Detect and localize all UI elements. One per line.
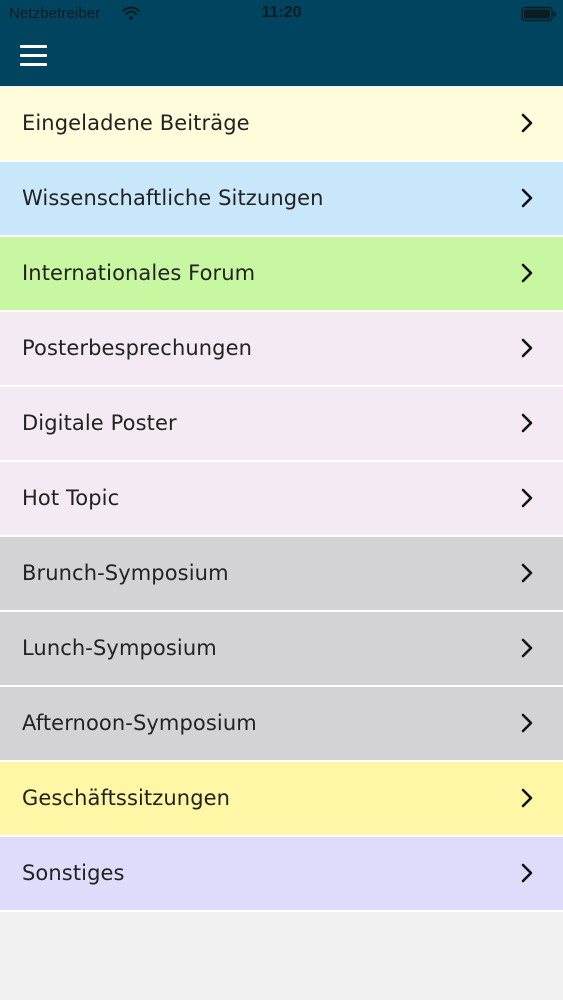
list-item[interactable]: Digitale Poster (0, 387, 563, 462)
chevron-right-icon (521, 638, 533, 658)
chevron-right-icon (521, 863, 533, 883)
hamburger-menu-icon[interactable] (18, 42, 50, 70)
chevron-right-icon (521, 788, 533, 808)
list-item-label: Sonstiges (22, 861, 125, 885)
list-item[interactable]: Brunch-Symposium (0, 537, 563, 612)
list-item[interactable]: Afternoon-Symposium (0, 687, 563, 762)
list-item-label: Posterbesprechungen (22, 336, 253, 360)
list-item-label: Geschäftssitzungen (22, 786, 231, 810)
list-item[interactable]: Eingeladene Beiträge (0, 87, 563, 162)
list-item-label: Wissenschaftliche Sitzungen (22, 186, 324, 210)
chevron-right-icon (521, 488, 533, 508)
battery-icon (521, 6, 556, 22)
status-bar: Netzbetreiber 11:20 (0, 0, 563, 28)
chevron-right-icon (521, 113, 533, 133)
category-list: Eingeladene Beiträge Wissenschaftliche Si… (0, 87, 563, 912)
list-item[interactable]: Sonstiges (0, 837, 563, 912)
chevron-right-icon (521, 263, 533, 283)
list-item-label: Lunch-Symposium (22, 636, 217, 660)
chevron-right-icon (521, 188, 533, 208)
list-item-label: Digitale Poster (22, 411, 177, 435)
list-item-label: Afternoon-Symposium (22, 711, 257, 735)
list-item-label: Eingeladene Beiträge (22, 111, 250, 135)
list-item[interactable]: Internationales Forum (0, 237, 563, 312)
list-item[interactable]: Hot Topic (0, 462, 563, 537)
list-item[interactable]: Posterbesprechungen (0, 312, 563, 387)
list-item[interactable]: Geschäftssitzungen (0, 762, 563, 837)
list-item-label: Brunch-Symposium (22, 561, 229, 585)
chevron-right-icon (521, 338, 533, 358)
app-header: Netzbetreiber 11:20 (0, 0, 563, 86)
list-item-label: Hot Topic (22, 486, 120, 510)
list-item-label: Internationales Forum (22, 261, 256, 285)
status-time: 11:20 (261, 4, 302, 21)
list-item[interactable]: Lunch-Symposium (0, 612, 563, 687)
chevron-right-icon (521, 713, 533, 733)
list-item[interactable]: Wissenschaftliche Sitzungen (0, 162, 563, 237)
chevron-right-icon (521, 413, 533, 433)
chevron-right-icon (521, 563, 533, 583)
